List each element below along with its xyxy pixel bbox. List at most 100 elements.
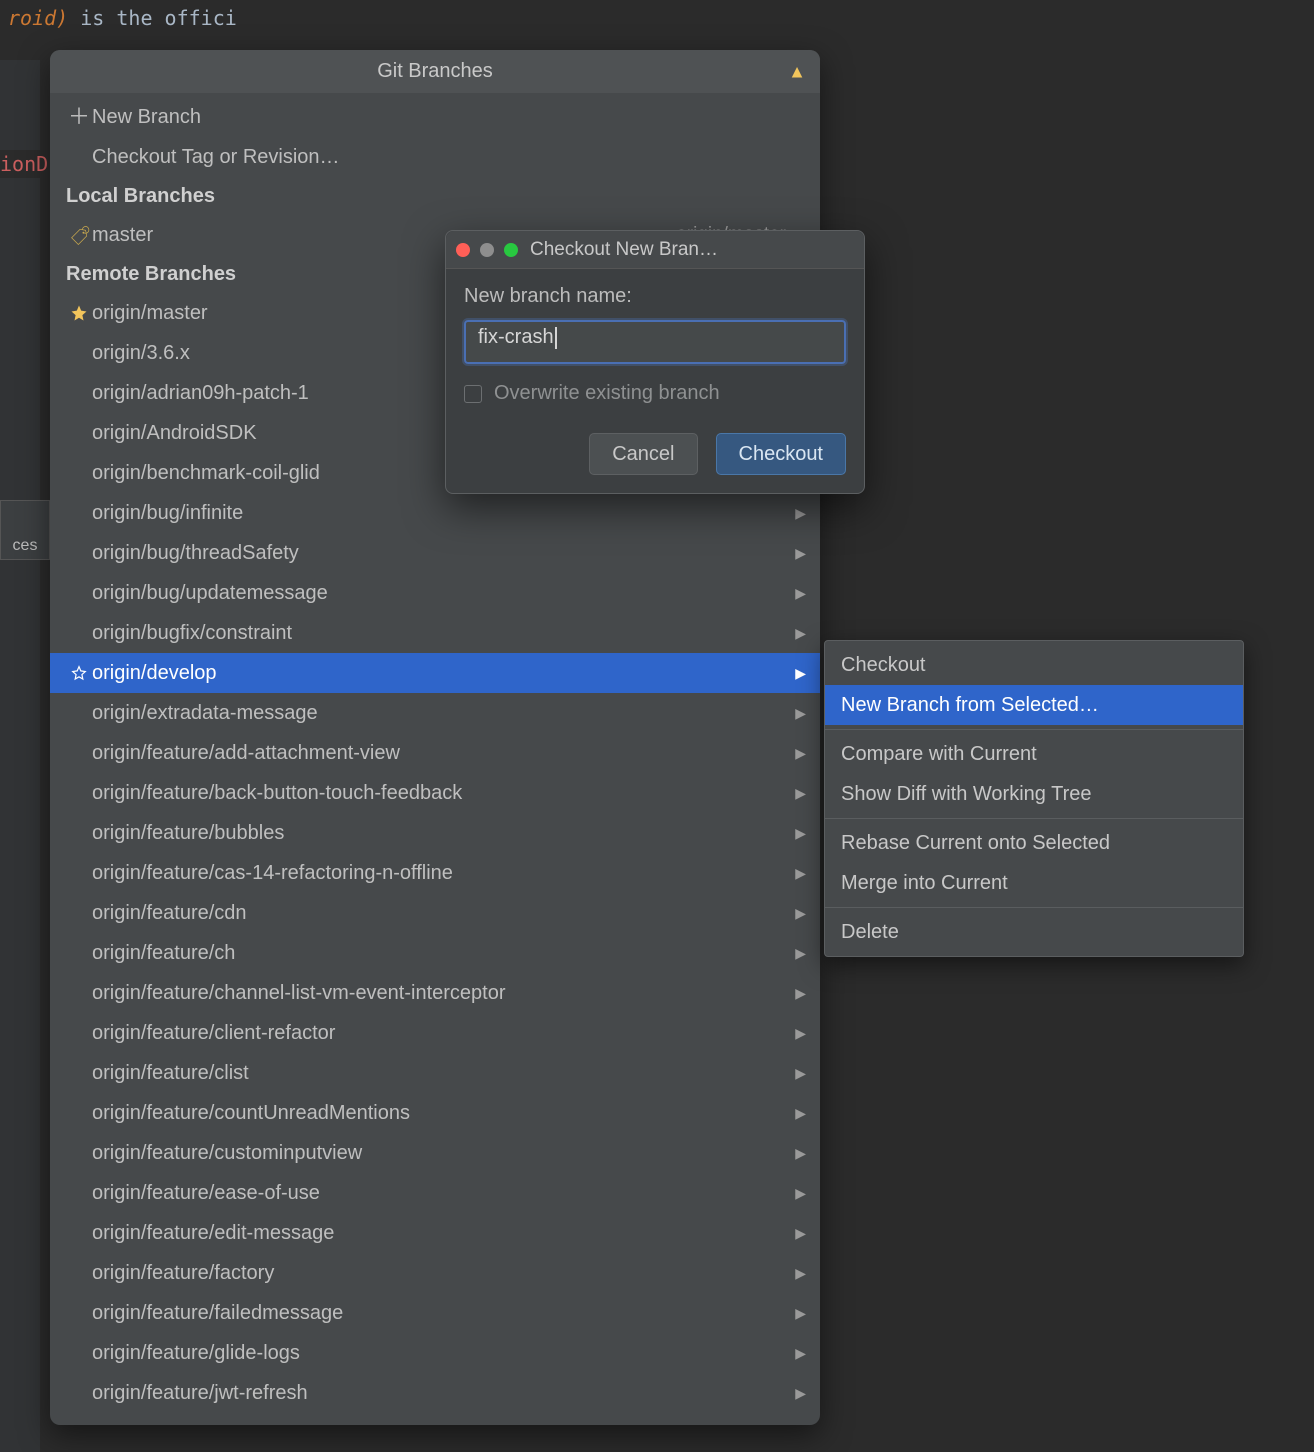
chevron-right-icon: ▶ <box>790 1385 806 1402</box>
remote-branch-item[interactable]: origin/feature/edit-message▶ <box>50 1213 820 1253</box>
remote-branch-item[interactable]: origin/feature/failedmessage▶ <box>50 1293 820 1333</box>
branch-name-label: New branch name: <box>464 285 846 308</box>
menu-separator <box>825 729 1243 730</box>
chevron-right-icon: ▶ <box>790 705 806 722</box>
menu-separator <box>825 818 1243 819</box>
branch-label: origin/feature/add-attachment-view <box>92 742 790 765</box>
chevron-right-icon: ▶ <box>790 905 806 922</box>
popup-title: Git Branches ▲ <box>50 50 820 93</box>
remote-branch-item[interactable]: origin/feature/bubbles▶ <box>50 813 820 853</box>
overwrite-label: Overwrite existing branch <box>494 382 720 405</box>
dialog-title: Checkout New Bran… <box>530 239 854 261</box>
warning-icon[interactable]: ▲ <box>788 61 806 82</box>
branch-label: origin/feature/back-button-touch-feedbac… <box>92 782 790 805</box>
overwrite-checkbox[interactable] <box>464 385 482 403</box>
branch-label: origin/feature/channel-list-vm-event-int… <box>92 982 790 1005</box>
chevron-right-icon: ▶ <box>790 665 806 682</box>
chevron-right-icon: ▶ <box>790 825 806 842</box>
close-icon[interactable] <box>456 243 470 257</box>
branch-label: origin/extradata-message <box>92 702 790 725</box>
remote-branch-item[interactable]: origin/feature/glide-logs▶ <box>50 1333 820 1373</box>
chevron-right-icon: ▶ <box>790 1185 806 1202</box>
chevron-right-icon: ▶ <box>790 585 806 602</box>
remote-branch-item[interactable]: origin/feature/back-button-touch-feedbac… <box>50 773 820 813</box>
chevron-right-icon: ▶ <box>790 1225 806 1242</box>
chevron-right-icon: ▶ <box>790 1025 806 1042</box>
menu-separator <box>825 907 1243 908</box>
branch-label: origin/feature/bubbles <box>92 822 790 845</box>
remote-branch-item[interactable]: origin/feature/add-attachment-view▶ <box>50 733 820 773</box>
branch-label: origin/feature/ch <box>92 942 790 965</box>
branch-label: origin/feature/cas-14-refactoring-n-offl… <box>92 862 790 885</box>
remote-branch-item[interactable]: origin/feature/custominputview▶ <box>50 1133 820 1173</box>
remote-branch-item[interactable]: origin/feature/cas-14-refactoring-n-offl… <box>50 853 820 893</box>
chevron-right-icon: ▶ <box>790 545 806 562</box>
plus-icon: ＋ <box>66 106 92 128</box>
window-controls[interactable] <box>456 243 518 257</box>
submenu-item[interactable]: Delete <box>825 912 1243 952</box>
remote-branch-item[interactable]: origin/feature/channel-list-vm-event-int… <box>50 973 820 1013</box>
branch-label: origin/feature/cdn <box>92 902 790 925</box>
remote-branch-item[interactable]: origin/feature/clist▶ <box>50 1053 820 1093</box>
submenu-item[interactable]: Rebase Current onto Selected <box>825 823 1243 863</box>
editor-gutter <box>0 60 40 1452</box>
remote-branch-item[interactable]: origin/feature/cdn▶ <box>50 893 820 933</box>
branch-actions-submenu: CheckoutNew Branch from Selected… Compare… <box>824 640 1244 957</box>
side-tool-tab[interactable]: ces <box>0 500 50 560</box>
submenu-item[interactable]: Compare with Current <box>825 734 1243 774</box>
branch-label: origin/bugfix/constraint <box>92 622 790 645</box>
branch-label: origin/feature/countUnreadMentions <box>92 1102 790 1125</box>
branch-name-value: fix-crash <box>478 326 554 348</box>
remote-branch-item[interactable]: origin/feature/client-refactor▶ <box>50 1013 820 1053</box>
branch-label: origin/feature/ease-of-use <box>92 1182 790 1205</box>
remote-branch-item[interactable]: origin/feature/factory▶ <box>50 1253 820 1293</box>
submenu-item[interactable]: Show Diff with Working Tree <box>825 774 1243 814</box>
remote-branch-item[interactable]: origin/bug/threadSafety▶ <box>50 533 820 573</box>
submenu-item[interactable]: Checkout <box>825 645 1243 685</box>
zoom-icon[interactable] <box>504 243 518 257</box>
star-filled-icon <box>66 304 92 322</box>
checkout-new-branch-dialog: Checkout New Bran… New branch name: fix-… <box>445 230 865 494</box>
dialog-titlebar[interactable]: Checkout New Bran… <box>446 231 864 269</box>
branch-label: origin/bug/updatemessage <box>92 582 790 605</box>
branch-name-input[interactable]: fix-crash <box>464 320 846 364</box>
chevron-right-icon: ▶ <box>790 745 806 762</box>
cancel-button[interactable]: Cancel <box>589 433 697 475</box>
remote-branch-item[interactable]: origin/feature/jwt-refresh▶ <box>50 1373 820 1413</box>
chevron-right-icon: ▶ <box>790 1145 806 1162</box>
remote-branch-item[interactable]: origin/feature/ease-of-use▶ <box>50 1173 820 1213</box>
checkout-tag-action[interactable]: Checkout Tag or Revision… <box>50 137 820 177</box>
branch-label: origin/bug/threadSafety <box>92 542 790 565</box>
remote-branch-item[interactable]: origin/bug/infinite▶ <box>50 493 820 533</box>
submenu-item[interactable]: New Branch from Selected… <box>825 685 1243 725</box>
chevron-right-icon: ▶ <box>790 865 806 882</box>
checkout-tag-label: Checkout Tag or Revision… <box>92 146 806 169</box>
branch-label: origin/develop <box>92 662 790 685</box>
submenu-item[interactable]: Merge into Current <box>825 863 1243 903</box>
chevron-right-icon: ▶ <box>790 985 806 1002</box>
overwrite-checkbox-row[interactable]: Overwrite existing branch <box>464 382 846 405</box>
chevron-right-icon: ▶ <box>790 1065 806 1082</box>
new-branch-action[interactable]: ＋New Branch <box>50 97 820 137</box>
branch-label: origin/feature/glide-logs <box>92 1342 790 1365</box>
star-outline-icon <box>66 664 92 682</box>
remote-branch-item[interactable]: origin/feature/ch▶ <box>50 933 820 973</box>
remote-branch-item[interactable]: origin/bugfix/constraint▶ <box>50 613 820 653</box>
branch-label: origin/feature/clist <box>92 1062 790 1085</box>
remote-branch-item[interactable]: origin/develop▶ <box>50 653 820 693</box>
branch-label: origin/feature/edit-message <box>92 1222 790 1245</box>
tag-icon: 🏷 <box>66 225 92 246</box>
branch-label: origin/feature/factory <box>92 1262 790 1285</box>
branch-label: origin/bug/infinite <box>92 502 790 525</box>
remote-branch-item[interactable]: origin/bug/updatemessage▶ <box>50 573 820 613</box>
checkout-button[interactable]: Checkout <box>716 433 847 475</box>
remote-branch-item[interactable]: origin/feature/countUnreadMentions▶ <box>50 1093 820 1133</box>
remote-branch-item[interactable]: origin/extradata-message▶ <box>50 693 820 733</box>
chevron-right-icon: ▶ <box>790 1265 806 1282</box>
branch-label: origin/feature/custominputview <box>92 1142 790 1165</box>
new-branch-label: New Branch <box>92 106 806 129</box>
chevron-right-icon: ▶ <box>790 1345 806 1362</box>
chevron-right-icon: ▶ <box>790 1105 806 1122</box>
chevron-right-icon: ▶ <box>790 505 806 522</box>
branch-label: origin/feature/client-refactor <box>92 1022 790 1045</box>
